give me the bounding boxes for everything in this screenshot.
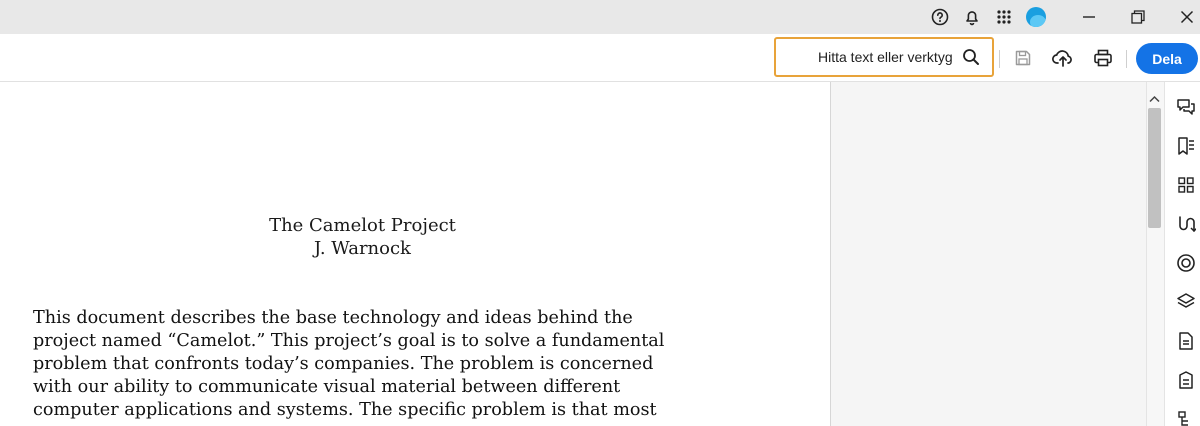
close-icon[interactable] [1176,6,1198,28]
form-icon[interactable] [1175,369,1197,391]
toolbar-divider [999,50,1000,68]
structure-icon[interactable] [1175,408,1197,426]
search-tools-input[interactable]: Hitta text eller verktyg [774,37,994,77]
avatar[interactable] [1026,7,1046,27]
toolbar-divider [1126,50,1127,68]
document-title: The Camelot Project [269,215,456,236]
document-body: This document describes the base technol… [33,307,753,422]
restore-icon[interactable] [1127,6,1149,28]
body-line: project named “Camelot.” This project’s … [33,331,665,351]
document-gutter [830,82,1146,426]
cloud-upload-icon[interactable] [1051,46,1075,70]
compare-icon[interactable] [1175,213,1197,235]
layers-icon[interactable] [1175,291,1197,313]
document-icon[interactable] [1175,330,1197,352]
scrollbar-thumb[interactable] [1148,108,1161,228]
save-icon[interactable] [1011,46,1035,70]
apps-grid-icon[interactable] [993,6,1015,28]
help-icon[interactable] [929,6,951,28]
share-button[interactable]: Dela [1136,43,1198,74]
bell-icon[interactable] [961,6,983,28]
search-placeholder: Hitta text eller verktyg [818,49,953,65]
target-icon[interactable] [1175,252,1197,274]
print-icon[interactable] [1091,46,1115,70]
window-titlebar [0,0,1200,34]
minimize-icon[interactable] [1078,6,1100,28]
comment-icon[interactable] [1175,96,1197,118]
document-heading: The Camelot Project J. Warnock [240,214,485,260]
thumbnails-icon[interactable] [1175,174,1197,196]
search-icon[interactable] [962,48,980,71]
body-line: computer applications and systems. The s… [33,400,657,420]
body-line: with our ability to communicate visual m… [33,377,621,397]
body-line: problem that confronts today’s companies… [33,354,654,374]
body-line: This document describes the base technol… [33,308,633,328]
bookmark-icon[interactable] [1175,135,1197,157]
document-author: J. Warnock [314,238,411,259]
main-toolbar: Hitta text eller verktyg Dela [0,34,1200,82]
scroll-up-icon[interactable] [1149,90,1160,108]
